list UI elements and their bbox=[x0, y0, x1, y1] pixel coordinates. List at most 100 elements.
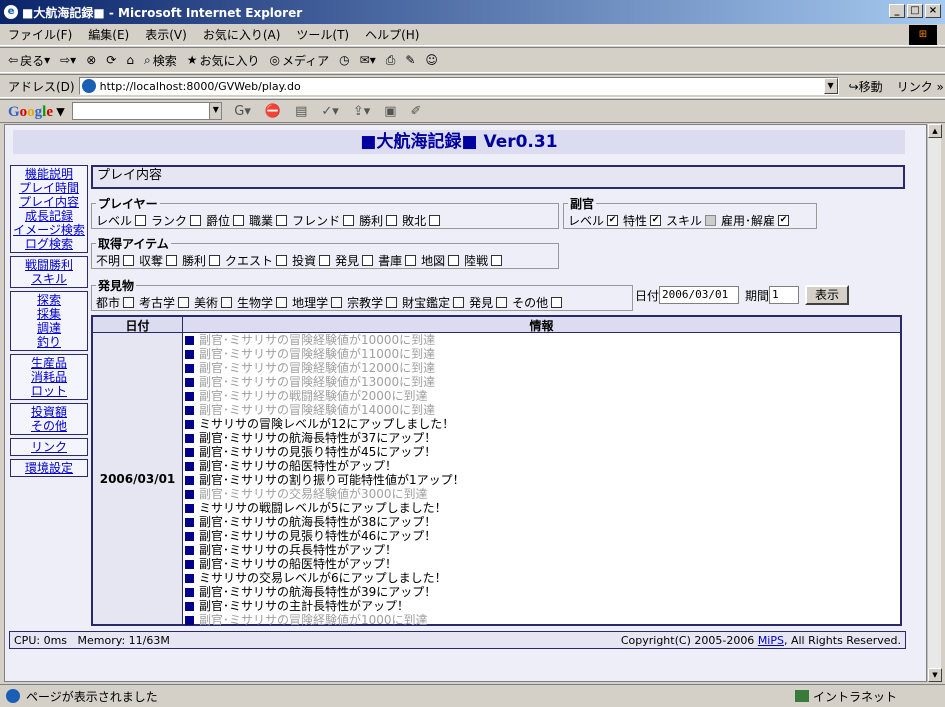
checkbox[interactable] bbox=[429, 215, 441, 226]
list-item: 副官･ミサリサの船医特性がアップ！ bbox=[185, 557, 900, 571]
checkbox[interactable] bbox=[233, 215, 245, 226]
menu-item[interactable]: 表示(V) bbox=[145, 26, 187, 43]
checkbox[interactable] bbox=[362, 255, 374, 266]
sidebar-link[interactable]: リンク bbox=[11, 440, 87, 454]
checkbox[interactable] bbox=[276, 215, 288, 226]
search-button[interactable]: ⌕ 検索 bbox=[144, 52, 177, 69]
sidebar-link[interactable]: 投資額 bbox=[11, 405, 87, 419]
spellcheck-icon[interactable]: ✓▾ bbox=[321, 104, 338, 119]
sidebar-link[interactable]: スキル bbox=[11, 272, 87, 286]
favorites-button[interactable]: ★ お気に入り bbox=[187, 52, 260, 69]
checkbox[interactable] bbox=[386, 215, 398, 226]
checkbox[interactable] bbox=[551, 297, 563, 308]
checkbox-label: スキル bbox=[666, 214, 703, 228]
checkbox[interactable] bbox=[276, 297, 288, 308]
forward-button[interactable]: ⇨ ▾ bbox=[60, 53, 76, 67]
scroll-up-icon[interactable]: ▲ bbox=[928, 124, 942, 138]
options-icon[interactable]: ✐ bbox=[411, 104, 422, 119]
sidebar-link[interactable]: 機能説明 bbox=[11, 167, 87, 181]
maximize-button[interactable]: □ bbox=[907, 4, 923, 18]
checkbox[interactable] bbox=[386, 297, 398, 308]
checkbox[interactable] bbox=[319, 255, 331, 266]
checkbox[interactable] bbox=[331, 297, 343, 308]
media-button[interactable]: ◎ メディア bbox=[269, 52, 329, 69]
google-search-dropdown-icon[interactable]: ▼ bbox=[209, 103, 222, 119]
go-button[interactable]: ↪移動 bbox=[849, 78, 883, 95]
scroll-down-icon[interactable]: ▼ bbox=[928, 668, 942, 682]
checkbox[interactable] bbox=[778, 215, 790, 226]
checkbox[interactable] bbox=[276, 255, 288, 266]
checkbox[interactable] bbox=[453, 297, 465, 308]
page-info-icon[interactable]: ▤ bbox=[295, 104, 307, 119]
links-button[interactable]: リンク » bbox=[897, 78, 944, 95]
checkbox[interactable] bbox=[135, 215, 147, 226]
checkbox[interactable] bbox=[123, 255, 135, 266]
print-button[interactable]: ⎙ bbox=[386, 53, 396, 68]
sidebar-link[interactable]: 戦闘勝利 bbox=[11, 258, 87, 272]
menu-item[interactable]: 編集(E) bbox=[88, 26, 129, 43]
show-button[interactable]: 表示 bbox=[805, 285, 850, 305]
sidebar-link[interactable]: 採集 bbox=[11, 307, 87, 321]
minimize-button[interactable]: _ bbox=[889, 4, 905, 18]
period-input[interactable]: 1 bbox=[769, 286, 800, 304]
checkbox-label: 特性 bbox=[623, 214, 648, 228]
checkbox-option: 美術 bbox=[194, 294, 233, 311]
checkbox[interactable] bbox=[166, 255, 178, 266]
bullet-square-icon bbox=[185, 461, 194, 471]
mail-button[interactable]: ✉ ▾ bbox=[360, 53, 376, 67]
sidebar-link[interactable]: 環境設定 bbox=[11, 461, 87, 475]
stop-icon: ⊗ bbox=[86, 53, 97, 67]
sidebar-link[interactable]: 探索 bbox=[11, 293, 87, 307]
sidebar-link[interactable]: 成長記録 bbox=[11, 209, 87, 223]
history-button[interactable]: ◷ bbox=[339, 53, 349, 67]
checkbox[interactable] bbox=[491, 255, 503, 266]
checkbox[interactable] bbox=[190, 215, 202, 226]
checkbox[interactable] bbox=[123, 297, 135, 308]
mips-link[interactable]: MiPS bbox=[758, 634, 784, 647]
checkbox[interactable] bbox=[448, 255, 460, 266]
sidebar-link[interactable]: その他 bbox=[11, 419, 87, 433]
sidebar-link[interactable]: ロット bbox=[11, 384, 87, 398]
autolink-icon[interactable]: ⇪▾ bbox=[353, 104, 370, 119]
print-icon: ⎙ bbox=[385, 52, 396, 67]
checkbox[interactable] bbox=[209, 255, 221, 266]
menu-item[interactable]: ツール(T) bbox=[296, 26, 349, 43]
vertical-scrollbar[interactable]: ▲ ▼ bbox=[927, 124, 942, 682]
refresh-button[interactable]: ⟳ bbox=[106, 53, 116, 67]
stop-button[interactable]: ⊗ bbox=[86, 53, 96, 67]
home-button[interactable]: ⌂ bbox=[126, 53, 134, 67]
checkbox[interactable] bbox=[650, 215, 662, 226]
google-search-input[interactable]: ▼ bbox=[72, 102, 223, 120]
checkbox[interactable] bbox=[705, 215, 717, 226]
menu-item[interactable]: ヘルプ(H) bbox=[365, 26, 419, 43]
address-input[interactable]: http://localhost:8000/GVWeb/play.do ▼ bbox=[78, 77, 839, 95]
sidebar-link[interactable]: 生産品 bbox=[11, 356, 87, 370]
date-input[interactable]: 2006/03/01 bbox=[659, 286, 740, 304]
checkbox[interactable] bbox=[405, 255, 417, 266]
sidebar-link[interactable]: 調達 bbox=[11, 321, 87, 335]
sidebar-link[interactable]: イメージ検索 bbox=[11, 223, 87, 237]
menu-item[interactable]: お気に入り(A) bbox=[203, 26, 281, 43]
popup-blocker-icon[interactable]: ⛔ bbox=[265, 104, 281, 119]
bullet-square-icon bbox=[185, 615, 194, 625]
sidebar-link[interactable]: ログ検索 bbox=[11, 237, 87, 251]
edit-button[interactable]: ✎ bbox=[405, 53, 415, 67]
sidebar-link[interactable]: プレイ内容 bbox=[11, 195, 87, 209]
menu-item[interactable]: ファイル(F) bbox=[8, 26, 72, 43]
back-button[interactable]: ⇦ 戻る ▾ bbox=[8, 52, 50, 69]
address-dropdown-icon[interactable]: ▼ bbox=[823, 78, 838, 94]
checkbox[interactable] bbox=[343, 215, 355, 226]
checkbox[interactable] bbox=[607, 215, 619, 226]
sidebar-link[interactable]: 釣り bbox=[11, 335, 87, 349]
autofill-icon[interactable]: ▣ bbox=[384, 104, 396, 119]
checkbox[interactable] bbox=[178, 297, 190, 308]
section-title: プレイ内容 bbox=[91, 165, 905, 189]
sidebar-link[interactable]: 消耗品 bbox=[11, 370, 87, 384]
sidebar-link[interactable]: プレイ時間 bbox=[11, 181, 87, 195]
google-logo[interactable]: Google ▾ bbox=[8, 102, 64, 121]
checkbox[interactable] bbox=[221, 297, 233, 308]
checkbox[interactable] bbox=[496, 297, 508, 308]
google-search-icon[interactable]: G▾ bbox=[234, 104, 251, 119]
close-button[interactable]: × bbox=[925, 4, 941, 18]
messenger-button[interactable]: ☺ bbox=[425, 53, 438, 67]
